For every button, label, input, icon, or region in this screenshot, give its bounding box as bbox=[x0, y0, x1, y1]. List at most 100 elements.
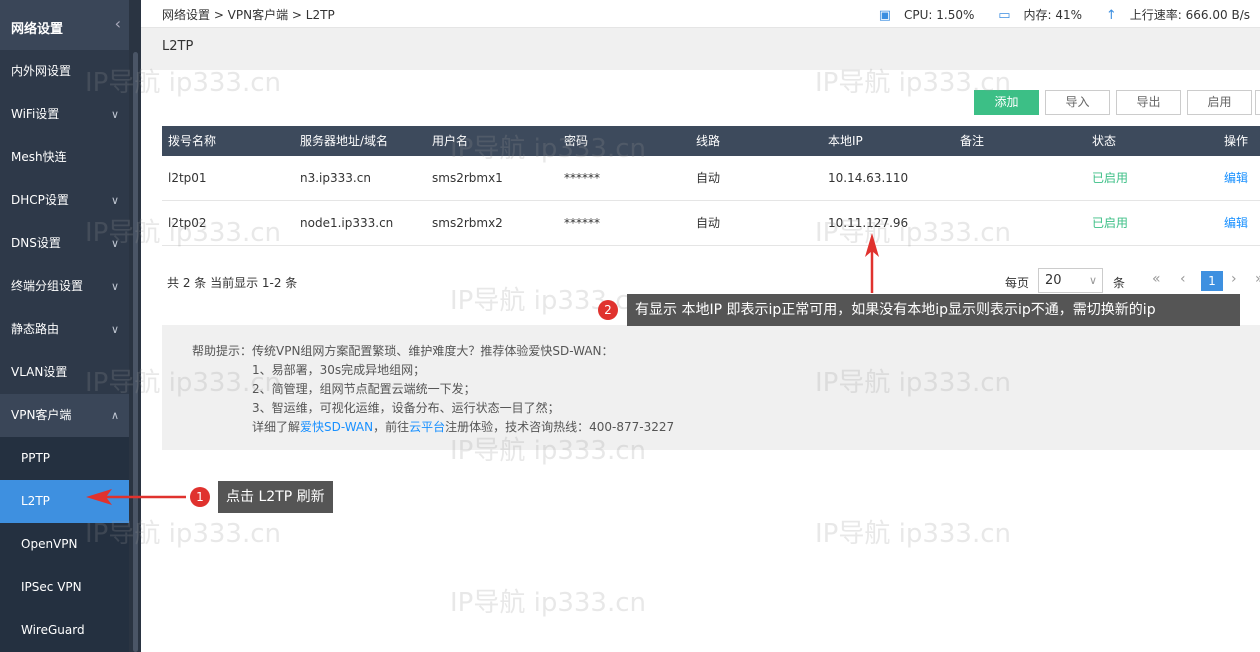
cpu-stat: ▣ CPU: 1.50% bbox=[869, 8, 975, 23]
sidebar-item-label: 静态路由 bbox=[11, 322, 60, 336]
step-badge: 2 bbox=[598, 300, 618, 320]
help-text: 详细了解 bbox=[252, 420, 301, 434]
memory-value: 内存: 41% bbox=[1023, 8, 1083, 22]
sidebar-title-label: 网络设置 bbox=[11, 22, 64, 37]
sidebar-item-ipsec[interactable]: IPSec VPN bbox=[0, 566, 129, 609]
callout-step-1: 点击 L2TP 刷新 bbox=[218, 481, 333, 513]
edit-link[interactable]: 编辑 bbox=[1224, 156, 1248, 201]
sidebar-item-mesh[interactable]: Mesh快连 bbox=[0, 136, 129, 179]
cell-local-ip: 10.11.127.96 bbox=[828, 216, 909, 230]
sidebar-item-dns[interactable]: DNS设置 ∨ bbox=[0, 222, 129, 265]
table-row[interactable]: l2tp02 node1.ip333.cn sms2rbmx2 ****** 自… bbox=[162, 201, 1260, 246]
cell-server: node1.ip333.cn bbox=[300, 216, 394, 230]
main-content: 网络设置 > VPN客户端 > L2TP ▣ CPU: 1.50% ▭ 内存: 41… bbox=[141, 0, 1260, 652]
chevron-down-icon: ∨ bbox=[110, 237, 119, 250]
current-page-button[interactable]: 1 bbox=[1201, 271, 1223, 291]
first-page-icon[interactable]: « bbox=[1152, 271, 1161, 287]
cell-status: 已启用 bbox=[1092, 171, 1129, 185]
col-header-password: 密码 bbox=[564, 134, 589, 148]
per-page-unit: 条 bbox=[1113, 276, 1126, 290]
sidebar-item-label: VLAN设置 bbox=[11, 365, 68, 379]
cloud-platform-link[interactable]: 云平台 bbox=[409, 420, 445, 434]
sidebar-item-label: 终端分组设置 bbox=[11, 279, 84, 293]
sidebar-item-wireguard[interactable]: WireGuard bbox=[0, 609, 129, 652]
cell-password: ****** bbox=[564, 216, 600, 230]
import-button[interactable]: 导入 bbox=[1045, 90, 1110, 115]
cell-status: 已启用 bbox=[1092, 216, 1129, 230]
sdwan-link[interactable]: 爱快SD-WAN bbox=[300, 420, 373, 434]
edit-link[interactable]: 编辑 bbox=[1224, 201, 1248, 246]
col-header-action: 操作 bbox=[1224, 134, 1249, 148]
sidebar-item-label: Mesh快连 bbox=[11, 150, 67, 164]
enable-button[interactable]: 启用 bbox=[1187, 90, 1252, 115]
upload-value: 上行速率: 666.00 B/s bbox=[1129, 8, 1250, 22]
sidebar-item-pptp[interactable]: PPTP bbox=[0, 437, 129, 480]
cell-name: l2tp01 bbox=[168, 171, 207, 185]
sidebar: 网络设置 ‹ 内外网设置 WiFi设置 ∨ Mesh快连 DHCP设置 ∨ DNS设… bbox=[0, 0, 141, 652]
help-point-2: 2、简管理，组网节点配置云端统一下发； bbox=[252, 382, 476, 396]
col-header-server: 服务器地址/域名 bbox=[300, 134, 389, 148]
page-title: L2TP bbox=[141, 28, 1260, 70]
breadcrumb: 网络设置 > VPN客户端 > L2TP bbox=[162, 8, 335, 22]
per-page-select[interactable]: 20 ∨ bbox=[1038, 268, 1103, 293]
sidebar-item-l2tp[interactable]: L2TP bbox=[0, 480, 129, 523]
last-page-icon[interactable]: » bbox=[1255, 271, 1260, 287]
callout-step-2: 有显示 本地IP 即表示ip正常可用，如果没有本地ip显示则表示ip不通，需切换… bbox=[627, 294, 1240, 326]
sidebar-item-label: VPN客户端 bbox=[11, 408, 72, 422]
memory-icon: ▭ bbox=[998, 8, 1011, 23]
arrow-up-icon: ↑ bbox=[1105, 8, 1117, 23]
help-text: ，前往 bbox=[373, 420, 410, 434]
sidebar-item-label: IPSec VPN bbox=[21, 580, 82, 594]
cell-line: 自动 bbox=[696, 216, 721, 230]
cell-local-ip: 10.14.63.110 bbox=[828, 171, 909, 185]
pagination-summary: 共 2 条 当前显示 1-2 条 bbox=[167, 276, 298, 290]
sidebar-item-label: WiFi设置 bbox=[11, 107, 60, 121]
col-header-line: 线路 bbox=[696, 134, 721, 148]
prev-page-icon[interactable]: ‹ bbox=[1180, 271, 1186, 287]
sidebar-item-vpn-client[interactable]: VPN客户端 ∧ bbox=[0, 394, 129, 437]
sidebar-item-wifi[interactable]: WiFi设置 ∨ bbox=[0, 93, 129, 136]
sidebar-scrollbar-thumb[interactable] bbox=[133, 52, 138, 652]
table-row[interactable]: l2tp01 n3.ip333.cn sms2rbmx1 ****** 自动 1… bbox=[162, 156, 1260, 201]
chevron-down-icon: ∨ bbox=[110, 323, 119, 336]
export-button[interactable]: 导出 bbox=[1116, 90, 1181, 115]
col-header-name: 拨号名称 bbox=[168, 134, 217, 148]
collapse-icon[interactable]: ‹ bbox=[115, 14, 121, 33]
sidebar-item-lan-wan[interactable]: 内外网设置 bbox=[0, 50, 129, 93]
sidebar-item-static-route[interactable]: 静态路由 ∨ bbox=[0, 308, 129, 351]
sidebar-item-label: DHCP设置 bbox=[11, 193, 69, 207]
l2tp-table: 拨号名称 服务器地址/域名 用户名 密码 线路 本地IP 备注 状态 操作 l2… bbox=[162, 126, 1260, 246]
sidebar-item-terminal-group[interactable]: 终端分组设置 ∨ bbox=[0, 265, 129, 308]
cell-user: sms2rbmx2 bbox=[432, 216, 503, 230]
chevron-down-icon: ∨ bbox=[1088, 274, 1097, 287]
sidebar-item-openvpn[interactable]: OpenVPN bbox=[0, 523, 129, 566]
help-point-3: 3、智运维，可视化运维，设备分布、运行状态一目了然； bbox=[252, 401, 560, 415]
sidebar-title[interactable]: 网络设置 ‹ bbox=[0, 0, 129, 50]
cell-password: ****** bbox=[564, 171, 600, 185]
help-text: 注册体验，技术咨询热线：400-877-3227 bbox=[445, 420, 675, 434]
top-bar: 网络设置 > VPN客户端 > L2TP ▣ CPU: 1.50% ▭ 内存: 41… bbox=[141, 0, 1260, 28]
chevron-down-icon: ∨ bbox=[110, 194, 119, 207]
more-button[interactable] bbox=[1255, 90, 1260, 115]
cell-server: n3.ip333.cn bbox=[300, 171, 371, 185]
next-page-icon[interactable]: › bbox=[1231, 271, 1237, 287]
cpu-icon: ▣ bbox=[878, 8, 892, 23]
chevron-down-icon: ∨ bbox=[110, 108, 119, 121]
per-page-label: 每页 bbox=[1005, 276, 1030, 290]
add-button[interactable]: 添加 bbox=[974, 90, 1039, 115]
sidebar-item-label: 内外网设置 bbox=[11, 64, 72, 78]
sidebar-item-vlan[interactable]: VLAN设置 bbox=[0, 351, 129, 394]
upload-stat: ↑ 上行速率: 666.00 B/s bbox=[1096, 8, 1250, 23]
cpu-value: CPU: 1.50% bbox=[904, 8, 975, 22]
help-panel: 帮助提示：传统VPN组网方案配置繁琐、维护难度大？推荐体验爱快SD-WAN： 1… bbox=[162, 325, 1260, 450]
sidebar-item-label: WireGuard bbox=[21, 623, 85, 637]
col-header-user: 用户名 bbox=[432, 134, 469, 148]
sidebar-item-label: L2TP bbox=[21, 494, 50, 508]
sidebar-item-label: DNS设置 bbox=[11, 236, 61, 250]
sidebar-item-label: OpenVPN bbox=[21, 537, 78, 551]
help-contact: 详细了解爱快SD-WAN，前往云平台注册体验，技术咨询热线：400-877-32… bbox=[252, 418, 674, 435]
table-header: 拨号名称 服务器地址/域名 用户名 密码 线路 本地IP 备注 状态 操作 bbox=[162, 126, 1260, 156]
cell-line: 自动 bbox=[696, 171, 721, 185]
sidebar-item-dhcp[interactable]: DHCP设置 ∨ bbox=[0, 179, 129, 222]
chevron-down-icon: ∨ bbox=[110, 280, 119, 293]
